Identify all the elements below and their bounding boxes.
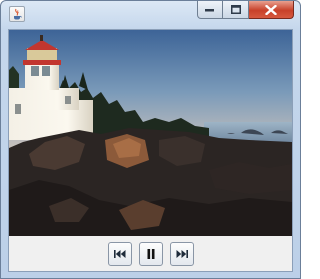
title-bar[interactable]: [1, 1, 300, 29]
skip-back-icon: [114, 250, 126, 258]
content-panel: [8, 29, 293, 272]
video-display[interactable]: [9, 30, 292, 236]
next-button[interactable]: [170, 242, 194, 266]
lighthouse-image: [9, 30, 292, 236]
java-app-icon[interactable]: [9, 6, 25, 22]
play-pause-button[interactable]: [139, 242, 163, 266]
previous-button[interactable]: [108, 242, 132, 266]
pause-icon: [147, 249, 155, 259]
maximize-icon: [230, 5, 241, 14]
minimize-button[interactable]: [197, 1, 223, 19]
close-button[interactable]: [249, 1, 294, 19]
close-icon: [265, 4, 277, 15]
minimize-icon: [205, 8, 214, 11]
skip-forward-icon: [176, 250, 188, 258]
maximize-button[interactable]: [223, 1, 249, 19]
app-window: [0, 0, 301, 279]
playback-controls: [9, 236, 292, 271]
